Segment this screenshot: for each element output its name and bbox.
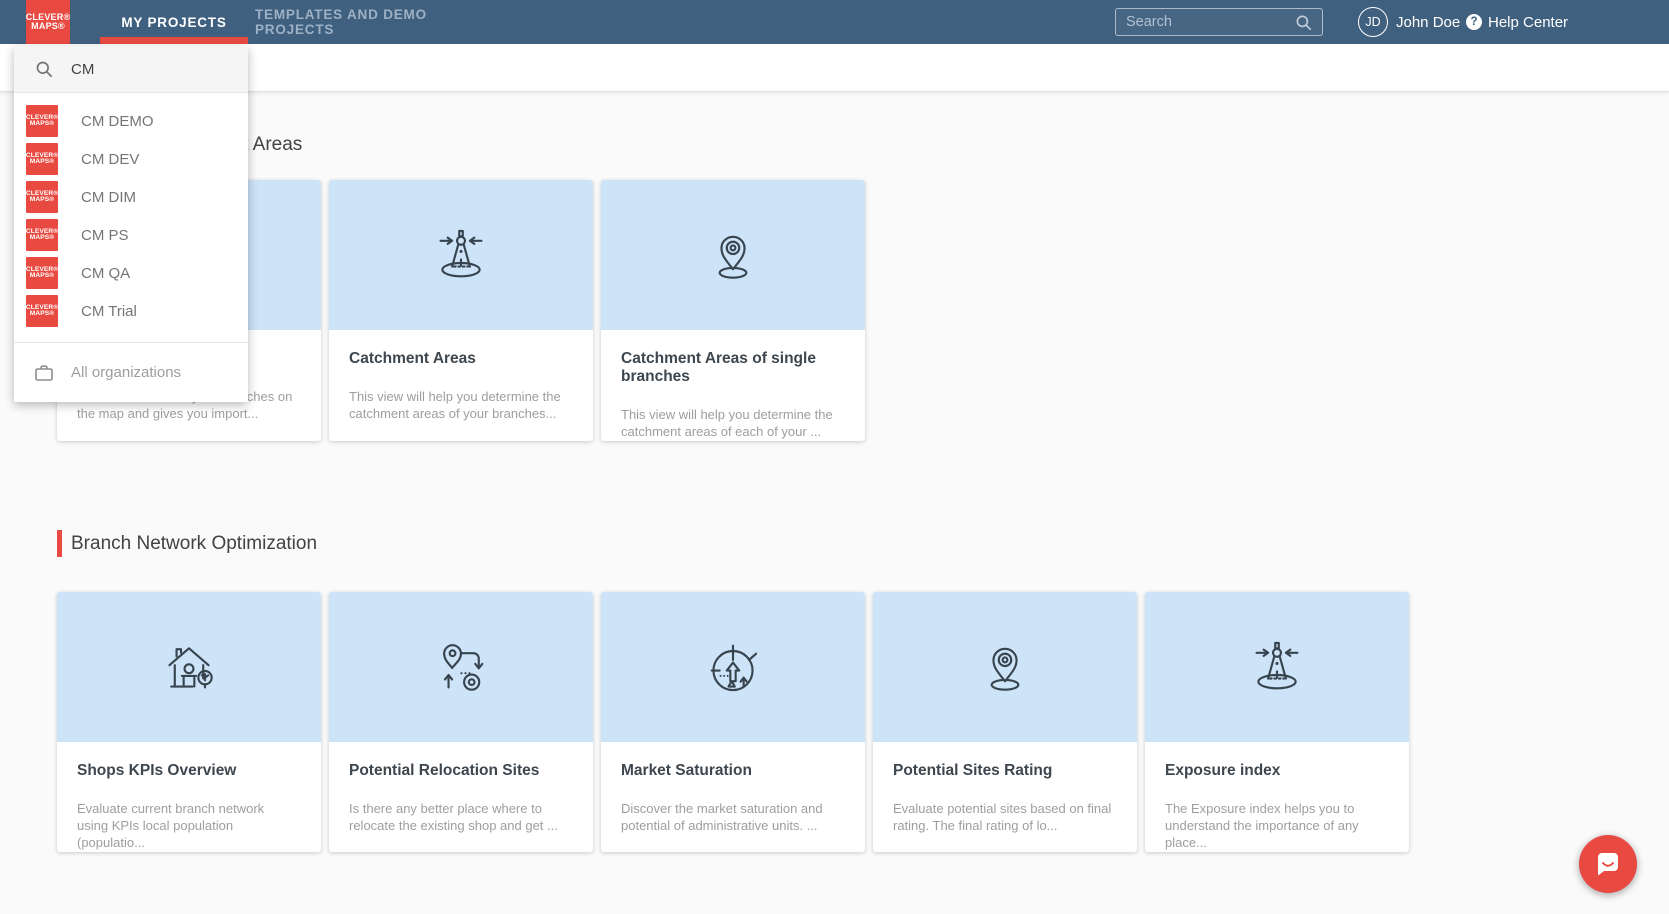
chat-bubble-icon: [1592, 848, 1624, 880]
clevermaps-logo-icon: CLEVER®MAPS®: [26, 295, 58, 327]
help-center-link[interactable]: Help Center: [1488, 0, 1568, 44]
organization-item-label: CM DEMO: [81, 113, 154, 130]
clevermaps-logo-icon: CLEVER®MAPS®: [26, 181, 58, 213]
card-description: This view will help you determine the ca…: [621, 406, 845, 440]
organization-item-label: CM Trial: [81, 303, 137, 320]
user-avatar[interactable]: JD: [1358, 7, 1388, 37]
project-card-catchment-single-branches[interactable]: Catchment Areas of single branches This …: [601, 180, 865, 441]
card-description: Evaluate current branch network using KP…: [77, 800, 301, 851]
organization-search-value[interactable]: CM: [71, 61, 94, 78]
tab-label: TEMPLATES AND DEMO PROJECTS: [255, 7, 495, 37]
card-illustration: [873, 592, 1137, 742]
map-pin-icon: [701, 223, 765, 287]
organization-item-cm-trial[interactable]: CLEVER®MAPS® CM Trial: [14, 292, 248, 330]
clevermaps-logo-icon: CLEVER®MAPS®: [26, 105, 58, 137]
section-accent-bar: [57, 530, 62, 557]
card-title: Potential Sites Rating: [893, 762, 1117, 780]
card-illustration: [329, 592, 593, 742]
avatar-initials: JD: [1365, 15, 1380, 29]
organization-item-label: CM QA: [81, 265, 130, 282]
card-title: Potential Relocation Sites: [349, 762, 573, 780]
card-title: Exposure index: [1165, 762, 1389, 780]
card-illustration: [601, 592, 865, 742]
top-navigation-bar: CLEVER® MAPS® MY PROJECTS TEMPLATES AND …: [0, 0, 1669, 44]
organization-item-cm-qa[interactable]: CLEVER®MAPS® CM QA: [14, 254, 248, 292]
tab-label: MY PROJECTS: [121, 15, 226, 30]
card-title: Catchment Areas: [349, 350, 573, 368]
organization-item-cm-dim[interactable]: CLEVER®MAPS® CM DIM: [14, 178, 248, 216]
organization-switcher-dropdown: CM CLEVER®MAPS® CM DEMO CLEVER®MAPS® CM …: [14, 46, 248, 402]
clevermaps-logo[interactable]: CLEVER® MAPS®: [26, 0, 70, 44]
section-header-branch-network-optimization: Branch Network Optimization: [57, 530, 317, 557]
clevermaps-logo-icon: CLEVER®MAPS®: [26, 219, 58, 251]
organization-list: CLEVER®MAPS® CM DEMO CLEVER®MAPS® CM DEV…: [14, 93, 248, 342]
organization-item-cm-ps[interactable]: CLEVER®MAPS® CM PS: [14, 216, 248, 254]
logo-text-line2: MAPS®: [31, 22, 65, 31]
compass-icon: [429, 223, 493, 287]
tab-templates-and-demo-projects[interactable]: TEMPLATES AND DEMO PROJECTS: [255, 0, 495, 44]
organization-item-label: CM DIM: [81, 189, 136, 206]
radar-icon: [701, 635, 765, 699]
user-name[interactable]: John Doe: [1396, 0, 1460, 44]
search-input[interactable]: [1116, 9, 1286, 35]
card-description: Discover the market saturation and poten…: [621, 800, 845, 834]
search-icon: [35, 60, 54, 79]
clevermaps-logo-icon: CLEVER®MAPS®: [26, 257, 58, 289]
card-illustration: [329, 180, 593, 330]
shop-icon: [157, 635, 221, 699]
map-pin-icon: [973, 635, 1037, 699]
question-mark-icon[interactable]: ?: [1466, 14, 1482, 30]
section-title: Branch Network Optimization: [71, 533, 317, 555]
card-title: Shops KPIs Overview: [77, 762, 301, 780]
card-title: Catchment Areas of single branches: [621, 350, 845, 386]
organization-search-row[interactable]: CM: [14, 46, 248, 93]
clevermaps-logo-icon: CLEVER®MAPS®: [26, 143, 58, 175]
project-card-potential-sites-rating[interactable]: Potential Sites Rating Evaluate potentia…: [873, 592, 1137, 852]
project-card-shops-kpis-overview[interactable]: Shops KPIs Overview Evaluate current bra…: [57, 592, 321, 852]
chat-launcher-button[interactable]: [1579, 835, 1637, 893]
card-description: The Exposure index helps you to understa…: [1165, 800, 1389, 851]
search-icon: [1295, 14, 1313, 32]
card-description: Evaluate potential sites based on final …: [893, 800, 1117, 834]
project-card-exposure-index[interactable]: Exposure index The Exposure index helps …: [1145, 592, 1409, 852]
all-organizations-label: All organizations: [71, 364, 181, 381]
compass-icon: [1245, 635, 1309, 699]
project-card-market-saturation[interactable]: Market Saturation Discover the market sa…: [601, 592, 865, 852]
relocation-icon: [429, 635, 493, 699]
organization-item-cm-dev[interactable]: CLEVER®MAPS® CM DEV: [14, 140, 248, 178]
briefcase-icon: [34, 363, 54, 383]
card-description: Is there any better place where to reloc…: [349, 800, 573, 834]
project-card-catchment-areas[interactable]: Catchment Areas This view will help you …: [329, 180, 593, 441]
organization-item-cm-demo[interactable]: CLEVER®MAPS® CM DEMO: [14, 102, 248, 140]
card-title: Market Saturation: [621, 762, 845, 780]
global-search-box: [1115, 8, 1323, 36]
card-illustration: [1145, 592, 1409, 742]
organization-item-label: CM DEV: [81, 151, 139, 168]
project-card-potential-relocation-sites[interactable]: Potential Relocation Sites Is there any …: [329, 592, 593, 852]
active-tab-indicator: [100, 37, 248, 44]
card-illustration: [601, 180, 865, 330]
toolbar-strip: [0, 44, 1669, 92]
card-description: This view will help you determine the ca…: [349, 388, 573, 422]
card-illustration: [57, 592, 321, 742]
all-organizations-item[interactable]: All organizations: [14, 342, 248, 402]
organization-item-label: CM PS: [81, 227, 129, 244]
